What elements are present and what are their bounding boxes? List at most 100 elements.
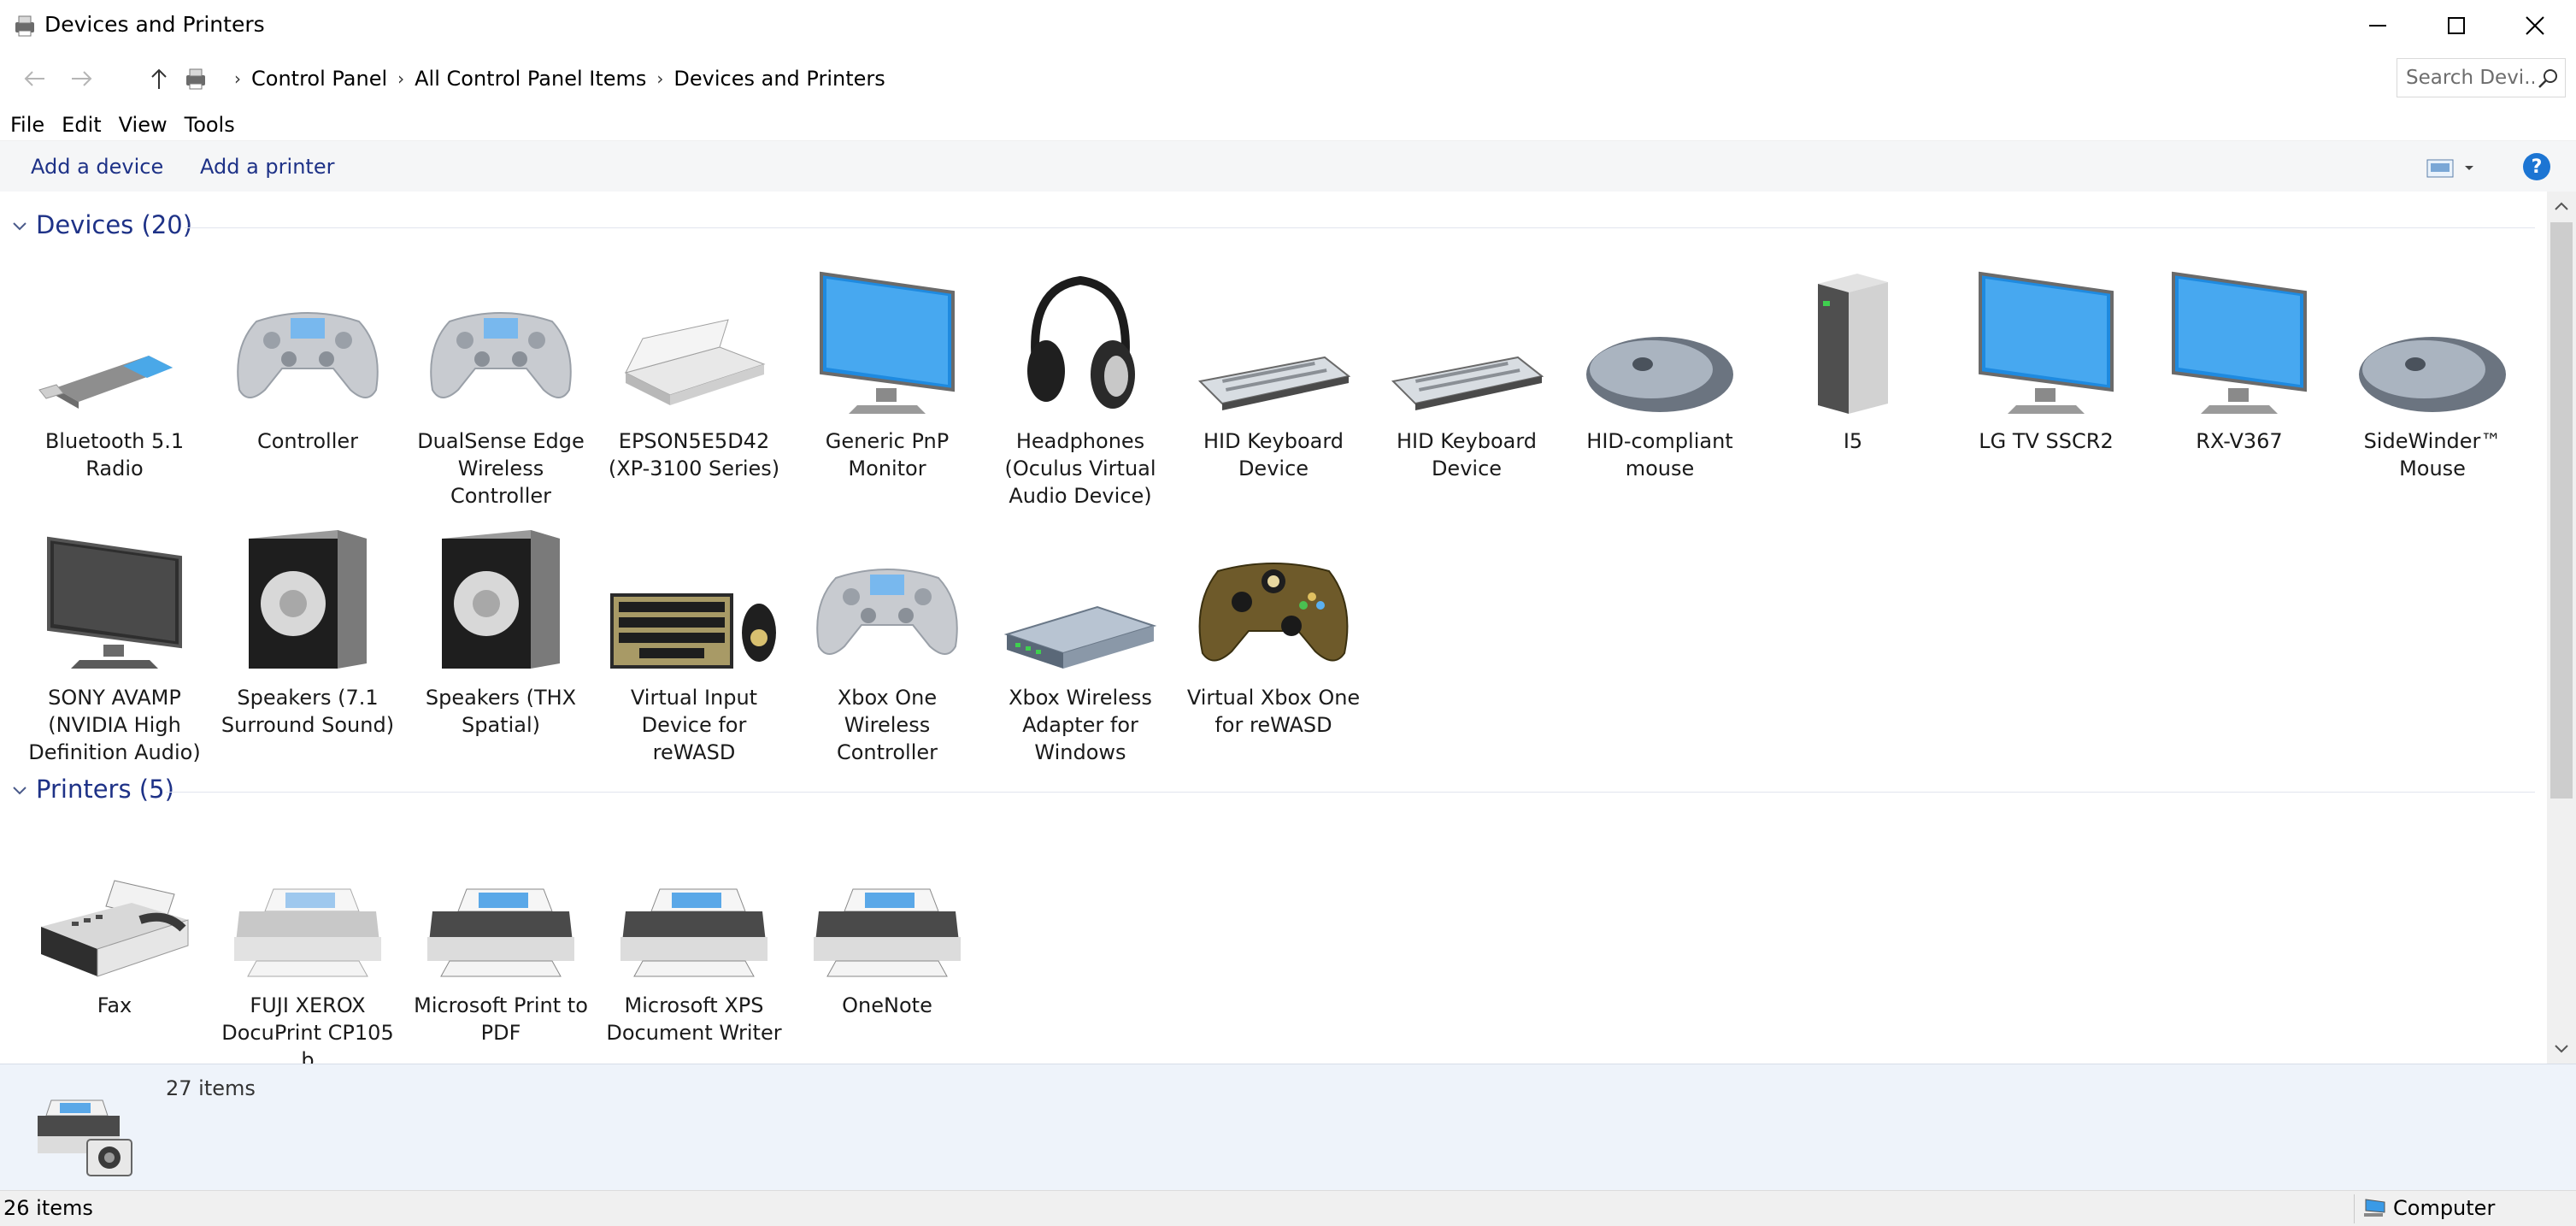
title-bar: Devices and Printers bbox=[0, 0, 2576, 51]
chevron-right-icon[interactable]: › bbox=[392, 68, 409, 89]
printer-icon bbox=[814, 888, 961, 977]
speaker-icon bbox=[442, 530, 560, 669]
scroll-thumb[interactable] bbox=[2550, 222, 2573, 799]
menu-view[interactable]: View bbox=[110, 113, 176, 137]
details-pane: 27 items bbox=[0, 1064, 2576, 1190]
fax-icon bbox=[41, 880, 189, 977]
item-count: 27 items bbox=[166, 1076, 256, 1100]
printer-tile[interactable]: Fax bbox=[21, 826, 209, 1019]
address-bar[interactable]: › Control Panel › All Control Panel Item… bbox=[176, 60, 2555, 97]
devices-printers-icon bbox=[15, 15, 34, 37]
device-tile[interactable]: SONY AVAMP (NVIDIA High Definition Audio… bbox=[21, 518, 209, 766]
add-printer-button[interactable]: Add a printer bbox=[200, 155, 334, 179]
xbox-controller-icon bbox=[1198, 563, 1349, 662]
printer-tile[interactable]: FUJI XEROX DocuPrint CP105 b bbox=[214, 826, 402, 1064]
status-location-label: Computer bbox=[2393, 1196, 2496, 1220]
scroll-up-button[interactable] bbox=[2547, 192, 2576, 221]
arrow-up-icon bbox=[151, 68, 167, 89]
arrow-right-icon bbox=[72, 71, 92, 86]
menu-edit[interactable]: Edit bbox=[53, 113, 109, 137]
gamepad-icon bbox=[237, 312, 379, 398]
maximize-icon bbox=[2448, 17, 2465, 34]
keyboard-icon bbox=[1391, 356, 1544, 410]
device-tile[interactable]: Speakers (THX Spatial) bbox=[407, 518, 595, 739]
forward-button[interactable] bbox=[67, 63, 97, 94]
back-button[interactable] bbox=[19, 63, 50, 94]
headphones-icon bbox=[1027, 275, 1135, 409]
menu-bar: File Edit View Tools bbox=[0, 108, 244, 142]
network-adapter-icon bbox=[1003, 605, 1157, 669]
device-tile[interactable]: I5 bbox=[1759, 262, 1947, 455]
breadcrumb-all-items[interactable]: All Control Panel Items bbox=[415, 67, 646, 91]
status-bar: 26 items Computer bbox=[0, 1190, 2576, 1226]
devices-group-header[interactable]: Devices (20) bbox=[0, 209, 2535, 243]
device-tile[interactable]: HID Keyboard Device bbox=[1373, 262, 1561, 482]
device-tile[interactable]: Xbox One Wireless Controller bbox=[793, 518, 981, 766]
chevron-down-icon[interactable] bbox=[12, 219, 27, 234]
device-tile[interactable]: HID Keyboard Device bbox=[1179, 262, 1367, 482]
breadcrumb: › Control Panel › All Control Panel Item… bbox=[224, 67, 885, 91]
printer-tile[interactable]: Microsoft Print to PDF bbox=[407, 826, 595, 1046]
usb-dongle-icon bbox=[38, 356, 173, 409]
breadcrumb-devices-printers[interactable]: Devices and Printers bbox=[673, 67, 885, 91]
minimize-icon bbox=[2369, 25, 2386, 27]
chevron-right-icon[interactable]: › bbox=[651, 68, 668, 89]
add-device-button[interactable]: Add a device bbox=[31, 155, 163, 179]
breadcrumb-control-panel[interactable]: Control Panel bbox=[251, 67, 387, 91]
device-tile[interactable]: DualSense Edge Wireless Controller bbox=[407, 262, 595, 510]
device-tile[interactable]: SideWinder™ Mouse bbox=[2338, 262, 2526, 482]
device-tile[interactable]: EPSON5E5D42 (XP-3100 Series) bbox=[600, 262, 788, 482]
up-button[interactable] bbox=[144, 63, 174, 94]
status-item-count: 26 items bbox=[3, 1196, 93, 1220]
vertical-scrollbar[interactable] bbox=[2547, 192, 2576, 1064]
devices-group-title: Devices (20) bbox=[36, 210, 193, 239]
menu-tools[interactable]: Tools bbox=[176, 113, 244, 137]
menu-file[interactable]: File bbox=[0, 113, 53, 137]
device-tile[interactable]: LG TV SSCR2 bbox=[1952, 262, 2140, 455]
device-tile[interactable]: Speakers (7.1 Surround Sound) bbox=[214, 518, 402, 739]
device-tile[interactable]: Xbox Wireless Adapter for Windows bbox=[986, 518, 1174, 766]
mouse-icon bbox=[1586, 337, 1733, 412]
close-icon bbox=[2526, 16, 2544, 35]
printer-icon bbox=[234, 888, 381, 977]
scroll-down-button[interactable] bbox=[2547, 1034, 2576, 1064]
close-button[interactable] bbox=[2496, 0, 2574, 51]
printer-tile[interactable]: Microsoft XPS Document Writer bbox=[600, 826, 788, 1046]
printer-tile[interactable]: OneNote bbox=[793, 826, 981, 1019]
group-divider bbox=[185, 227, 2535, 228]
device-tile[interactable]: Virtual Input Device for reWASD bbox=[600, 518, 788, 766]
keyboard-icon bbox=[1197, 356, 1350, 410]
keyboard-mouse-icon bbox=[610, 593, 776, 669]
device-tile[interactable]: Controller bbox=[214, 262, 402, 455]
device-tile[interactable]: HID-compliant mouse bbox=[1566, 262, 1754, 482]
command-bar: Add a device Add a printer ? bbox=[0, 140, 2576, 192]
device-tile[interactable]: Bluetooth 5.1 Radio bbox=[21, 262, 209, 482]
change-view-button[interactable] bbox=[2426, 155, 2479, 180]
gamepad-icon bbox=[430, 312, 572, 398]
search-box[interactable] bbox=[2397, 58, 2566, 97]
gamepad-icon bbox=[816, 569, 958, 655]
search-input[interactable] bbox=[2397, 59, 2534, 97]
monitor-icon bbox=[1979, 271, 2114, 414]
device-list: Devices (20) Bluetooth 5.1 Radio Control… bbox=[0, 192, 2547, 1064]
mouse-icon bbox=[2359, 337, 2506, 412]
arrow-left-icon bbox=[24, 71, 44, 86]
search-icon[interactable] bbox=[2538, 68, 2560, 90]
printers-group-header[interactable]: Printers (5) bbox=[0, 773, 2535, 807]
tower-pc-icon bbox=[1818, 274, 1888, 414]
minimize-button[interactable] bbox=[2338, 0, 2417, 51]
device-tile[interactable]: RX-V367 bbox=[2145, 262, 2333, 455]
speaker-icon bbox=[249, 530, 367, 669]
maximize-button[interactable] bbox=[2417, 0, 2496, 51]
chevron-down-icon[interactable] bbox=[12, 783, 27, 799]
device-tile[interactable]: Headphones (Oculus Virtual Audio Device) bbox=[986, 262, 1174, 510]
tv-icon bbox=[47, 536, 182, 669]
computer-icon bbox=[2364, 1199, 2385, 1217]
window-title: Devices and Printers bbox=[44, 12, 265, 37]
device-tile[interactable]: Generic PnP Monitor bbox=[793, 262, 981, 482]
device-tile[interactable]: Virtual Xbox One for reWASD bbox=[1179, 518, 1367, 739]
printer-icon bbox=[620, 888, 768, 977]
help-button[interactable]: ? bbox=[2523, 153, 2550, 180]
chevron-up-icon bbox=[2555, 202, 2568, 210]
chevron-right-icon: › bbox=[234, 68, 241, 89]
